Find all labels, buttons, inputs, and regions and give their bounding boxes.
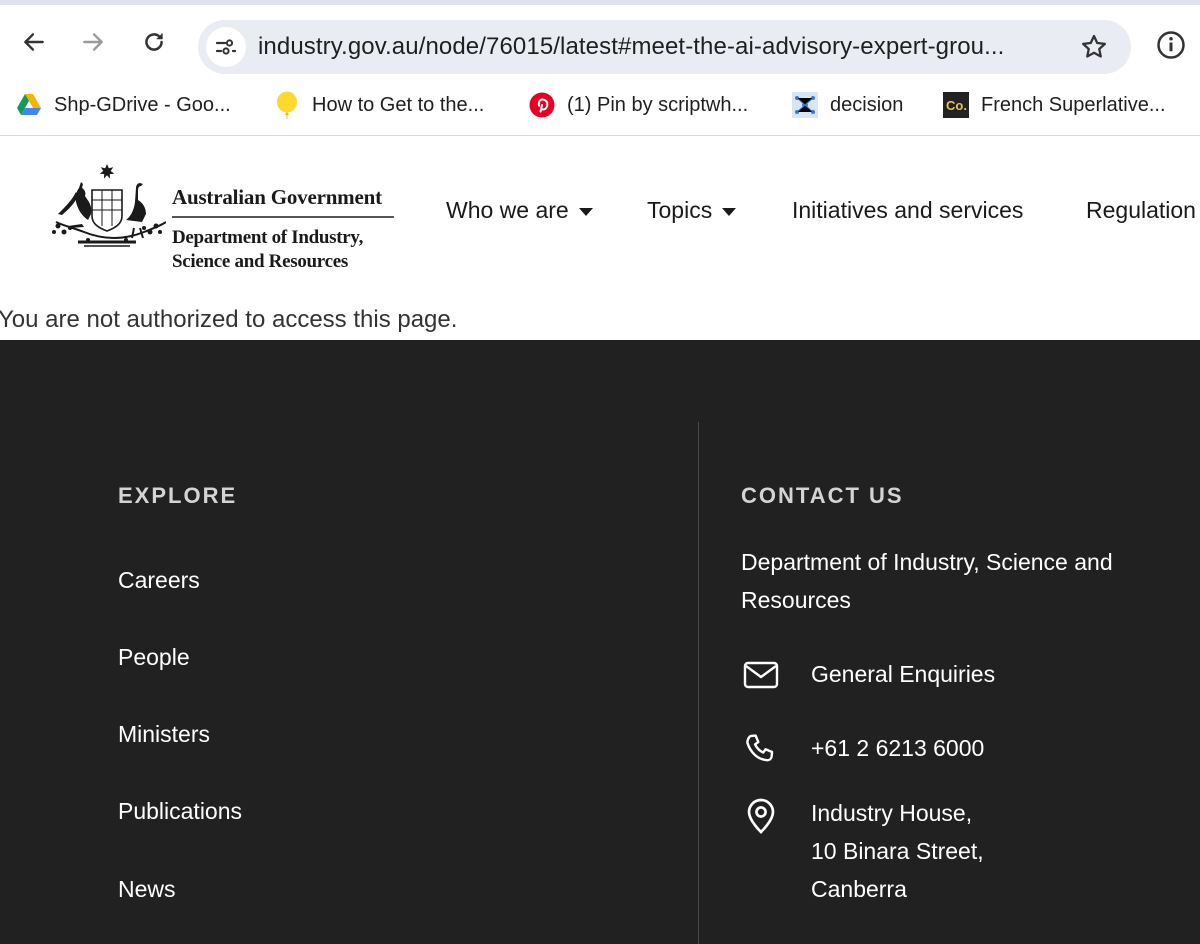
access-denied-message: You are not authorized to access this pa… <box>0 306 458 333</box>
url-text[interactable]: industry.gov.au/node/76015/latest#meet-t… <box>258 33 1004 61</box>
phone-number-link[interactable]: +61 2 6213 6000 <box>811 729 984 767</box>
envelope-icon <box>741 655 781 695</box>
footer-link-publications[interactable]: Publications <box>118 798 242 825</box>
nav-label: Topics <box>647 197 713 223</box>
address-bar[interactable]: industry.gov.au/node/76015/latest#meet-t… <box>198 20 1131 74</box>
nav-label: Regulation <box>1086 197 1196 223</box>
google-drive-icon <box>16 92 42 118</box>
tune-icon <box>215 39 237 55</box>
general-enquiries-link[interactable]: General Enquiries <box>811 655 995 693</box>
address-block: Industry House, 10 Binara Street, Canber… <box>811 794 984 908</box>
footer-divider <box>698 422 699 944</box>
page-info-button[interactable] <box>1156 30 1186 65</box>
footer-link-ministers[interactable]: Ministers <box>118 721 210 748</box>
nav-who-we-are[interactable]: Who we are <box>446 197 593 224</box>
bookmark-label: French Superlative... <box>981 93 1166 116</box>
bookmark-item[interactable]: Shp-GDrive - Goo... <box>16 90 231 120</box>
bookmark-label: Shp-GDrive - Goo... <box>54 93 231 116</box>
reload-icon <box>145 33 163 51</box>
nav-label: Who we are <box>446 197 569 223</box>
nav-initiatives-and-services[interactable]: Initiatives and services <box>792 197 1023 224</box>
browser-toolbar: industry.gov.au/node/76015/latest#meet-t… <box>0 5 1200 80</box>
yellow-balloon-icon <box>274 91 300 119</box>
contact-address-row: Industry House, 10 Binara Street, Canber… <box>741 794 984 908</box>
contact-heading: CONTACT US <box>741 483 904 508</box>
coat-of-arms-logo[interactable] <box>48 162 166 252</box>
phone-icon <box>741 729 781 769</box>
footer-link-people[interactable]: People <box>118 644 190 671</box>
bookmark-item[interactable]: decision <box>792 90 903 120</box>
bookmarks-bar: Shp-GDrive - Goo... How to Get to the...… <box>0 80 1200 136</box>
co-icon: Co. <box>943 92 969 118</box>
nav-regulation[interactable]: Regulation <box>1086 197 1196 224</box>
nav-label: Initiatives and services <box>792 197 1024 223</box>
bookmark-label: decision <box>830 93 904 116</box>
arrow-left-icon <box>24 33 44 51</box>
contact-department-name: Department of Industry, Science and Reso… <box>741 549 1113 613</box>
address-line: 10 Binara Street, <box>811 838 984 864</box>
logo-line-government: Australian Government <box>172 185 394 218</box>
bookmark-label: (1) Pin by scriptwh... <box>567 93 749 116</box>
location-pin-icon <box>741 796 781 836</box>
caret-down-icon <box>722 207 737 216</box>
site-footer: EXPLORE Careers People Ministers Publica… <box>0 340 1200 944</box>
footer-link-news[interactable]: News <box>118 876 176 903</box>
forward-button[interactable] <box>76 25 110 59</box>
bookmark-item[interactable]: Co. French Superlative... <box>943 90 1166 120</box>
contact-phone-row[interactable]: +61 2 6213 6000 <box>741 729 984 769</box>
bookmark-item[interactable]: How to Get to the... <box>274 90 484 120</box>
nav-topics[interactable]: Topics <box>647 197 737 224</box>
pinterest-icon <box>529 92 555 118</box>
star-icon <box>1082 34 1106 58</box>
bookmark-item[interactable]: (1) Pin by scriptwh... <box>529 90 748 120</box>
contact-email-row[interactable]: General Enquiries <box>741 655 995 695</box>
site-info-button[interactable] <box>206 27 246 67</box>
back-button[interactable] <box>17 25 51 59</box>
logo-line-department: Department of Industry, <box>172 227 364 248</box>
bookmark-star-button[interactable] <box>1079 32 1109 67</box>
footer-link-careers[interactable]: Careers <box>118 567 200 594</box>
bookmark-label: How to Get to the... <box>312 93 485 116</box>
info-icon <box>1157 31 1185 59</box>
arrow-right-icon <box>83 33 103 51</box>
address-line: Industry House, <box>811 800 973 826</box>
svg-text:Co.: Co. <box>946 98 967 113</box>
department-logo-text[interactable]: Australian Government Department of Indu… <box>172 185 394 274</box>
caret-down-icon <box>578 207 593 216</box>
site-header: Australian Government Department of Indu… <box>0 137 1200 297</box>
logo-line-portfolio: Science and Resources <box>172 251 348 272</box>
reload-button[interactable] <box>137 25 171 59</box>
explore-heading: EXPLORE <box>118 483 238 508</box>
diagram-icon <box>792 92 818 118</box>
address-line: Canberra <box>811 876 907 902</box>
